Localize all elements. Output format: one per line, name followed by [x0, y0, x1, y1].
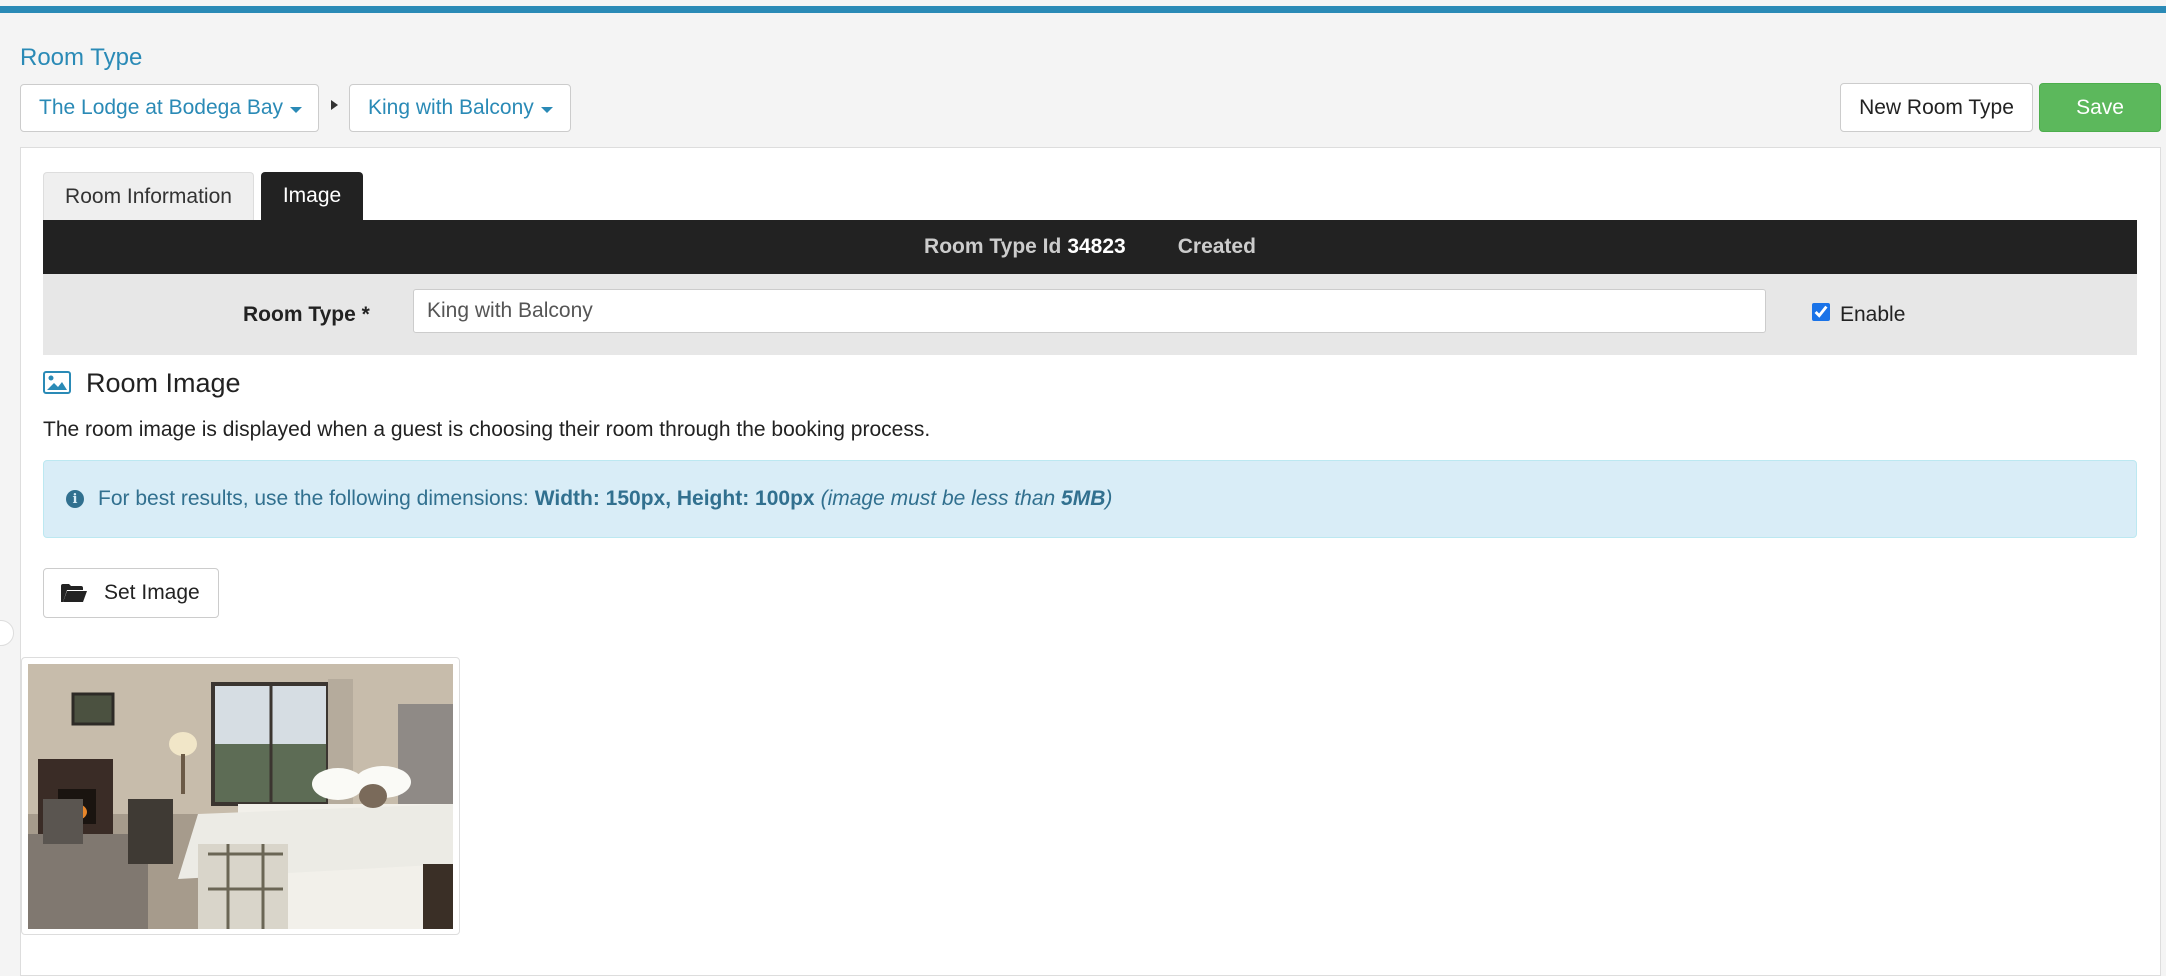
room-image-description: The room image is displayed when a guest… — [43, 418, 931, 441]
info-circle-icon: i — [66, 490, 84, 508]
dimensions-alert: i For best results, use the following di… — [43, 460, 2137, 538]
hotel-dropdown[interactable]: The Lodge at Bodega Bay — [20, 84, 319, 132]
tab-image[interactable]: Image — [261, 172, 363, 220]
new-room-type-button[interactable]: New Room Type — [1840, 83, 2033, 132]
page-title: Room Type — [20, 44, 143, 71]
room-type-input[interactable] — [413, 289, 1766, 333]
set-image-label: Set Image — [104, 581, 200, 604]
created-label: Created — [1177, 235, 1256, 258]
room-photo — [28, 664, 453, 929]
caret-down-icon — [540, 106, 553, 113]
enable-checkbox[interactable] — [1812, 303, 1830, 321]
folder-open-icon — [61, 584, 87, 602]
breadcrumb-separator-icon — [331, 100, 338, 110]
picture-icon — [43, 371, 71, 394]
alert-dimensions: Width: 150px, Height: 100px — [534, 487, 815, 510]
room-type-dropdown-label: King with Balcony — [368, 96, 534, 119]
room-type-id-value: 34823 — [1067, 235, 1126, 258]
caret-down-icon — [290, 106, 303, 113]
room-image-title: Room Image — [86, 368, 241, 398]
side-handle[interactable] — [0, 620, 14, 646]
enable-label[interactable]: Enable — [1840, 274, 1905, 355]
set-image-button[interactable]: Set Image — [43, 568, 219, 618]
save-button[interactable]: Save — [2039, 83, 2161, 132]
alert-size-note: (image must be less than 5MB) — [820, 487, 1113, 510]
room-type-field-label: Room Type * — [243, 302, 370, 326]
room-type-form-row: Room Type * Enable — [43, 274, 2137, 355]
top-accent-bar — [0, 6, 2166, 13]
tab-room-information[interactable]: Room Information — [43, 172, 254, 220]
room-type-id-label: Room Type Id — [924, 235, 1062, 258]
alert-text: For best results, use the following dime… — [98, 487, 529, 510]
hotel-dropdown-label: The Lodge at Bodega Bay — [39, 96, 284, 119]
room-type-dropdown[interactable]: King with Balcony — [349, 84, 571, 132]
room-image-thumbnail[interactable] — [21, 657, 460, 935]
room-type-info-bar: Room Type Id 34823 Created — [43, 220, 2137, 274]
